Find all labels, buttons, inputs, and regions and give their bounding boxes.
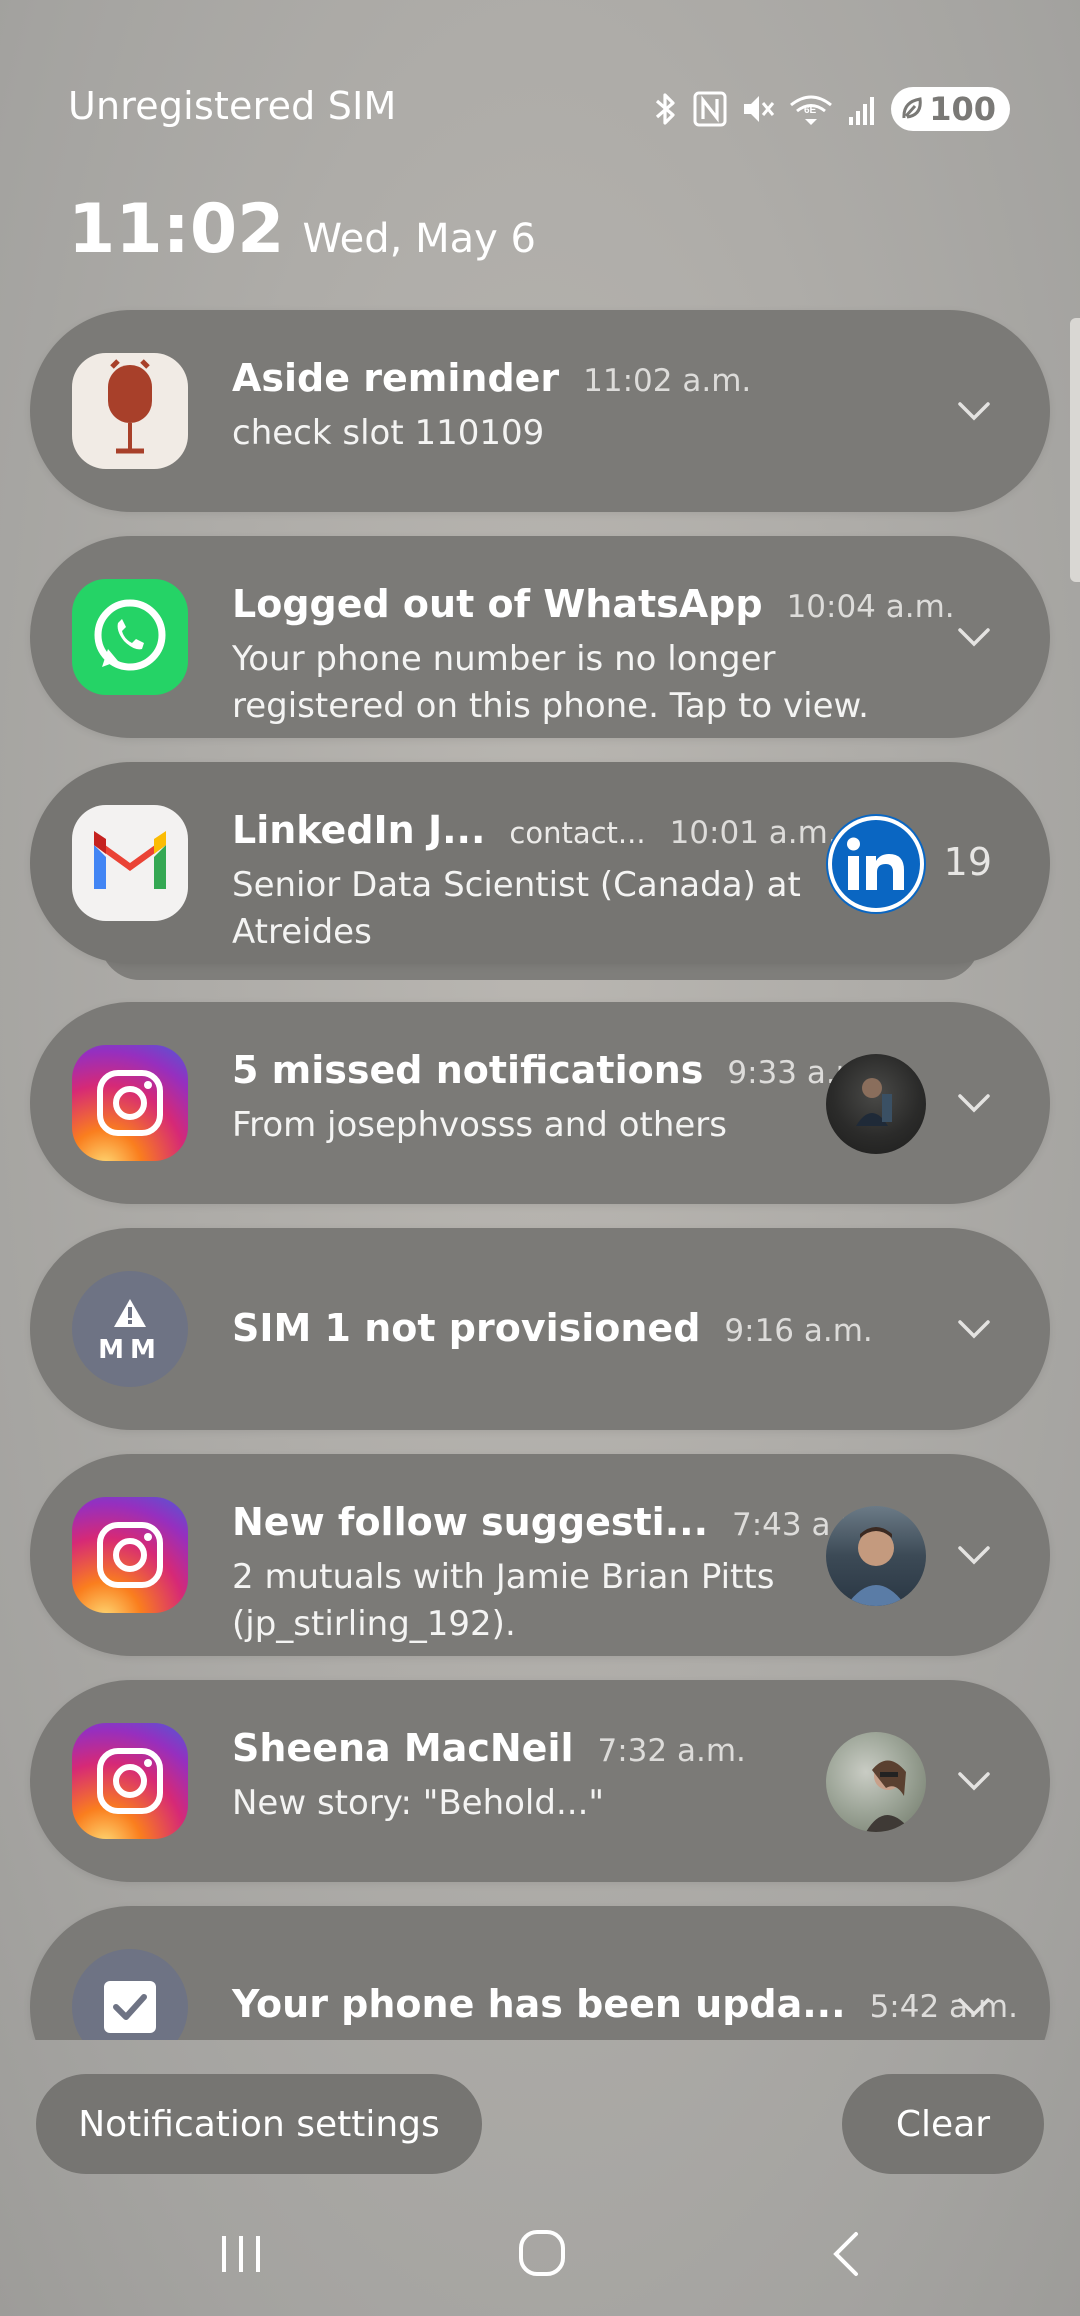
notification-instagram-story[interactable]: Sheena MacNeil 7:32 a.m. New story: "Beh… — [30, 1680, 1050, 1882]
mute-icon — [744, 96, 775, 122]
update-check-icon — [72, 1949, 188, 2040]
user-avatar — [826, 1506, 926, 1606]
sim-warning-icon: MM — [72, 1271, 188, 1387]
chevron-down-icon[interactable] — [954, 1540, 994, 1570]
carrier-label: Unregistered SIM — [68, 84, 397, 128]
chevron-down-icon[interactable] — [954, 1992, 994, 2022]
gmail-icon — [72, 805, 188, 921]
instagram-icon — [72, 1723, 188, 1839]
nfc-icon — [693, 91, 727, 127]
notification-time: 10:01 a.m. — [669, 815, 838, 851]
linkedin-avatar — [826, 814, 926, 914]
notification-title: Aside reminder — [232, 356, 560, 400]
home-icon[interactable] — [517, 2228, 567, 2278]
chevron-down-icon[interactable] — [954, 622, 994, 652]
svg-text:6E: 6E — [804, 105, 817, 116]
notification-body: New story: "Behold..." — [232, 1783, 605, 1823]
notification-title: New follow suggesti... — [232, 1500, 709, 1544]
notification-list-clip: Your phone has been upda... 5:42 a.m. — [0, 1900, 1080, 2040]
chevron-down-icon[interactable] — [954, 396, 994, 426]
notification-title: Logged out of WhatsApp — [232, 582, 763, 626]
notification-instagram-follow-suggestion[interactable]: New follow suggesti... 7:43 a.m. 2 mutua… — [30, 1454, 1050, 1656]
navigation-bar — [0, 2190, 1080, 2316]
instagram-icon — [72, 1497, 188, 1613]
notification-whatsapp[interactable]: Logged out of WhatsApp 10:04 a.m. Your p… — [30, 536, 1050, 738]
clock-time: 11:02 — [68, 190, 285, 269]
notification-body: check slot 110109 — [232, 413, 545, 453]
notification-time: 10:04 a.m. — [786, 589, 955, 625]
aside-app-icon — [72, 353, 188, 469]
recent-apps-icon[interactable] — [216, 2232, 266, 2276]
notification-time: 11:02 a.m. — [583, 363, 752, 399]
clear-button[interactable]: Clear — [842, 2074, 1044, 2174]
notification-instagram-missed[interactable]: 5 missed notifications 9:33 a.m. From jo… — [30, 1002, 1050, 1204]
scrollbar[interactable] — [1070, 318, 1080, 582]
chevron-down-icon[interactable] — [954, 1314, 994, 1344]
chevron-down-icon[interactable] — [954, 1766, 994, 1796]
notification-title: 5 missed notifications — [232, 1048, 704, 1092]
battery-level: 100 — [929, 90, 996, 128]
sim-icon-label: MM — [98, 1335, 162, 1365]
notification-title: LinkedIn J... — [232, 808, 486, 852]
notification-time: 9:16 a.m. — [724, 1313, 873, 1349]
clock-date: Wed, May 6 — [302, 216, 536, 262]
notification-aside-reminder[interactable]: Aside reminder 11:02 a.m. check slot 110… — [30, 310, 1050, 512]
status-icons: 6E 100 — [653, 84, 1010, 134]
bluetooth-icon — [656, 93, 675, 125]
notification-software-update[interactable]: Your phone has been upda... 5:42 a.m. — [30, 1906, 1050, 2040]
leaf-icon — [902, 97, 922, 119]
battery-icon: 100 — [891, 87, 1010, 131]
instagram-icon — [72, 1045, 188, 1161]
notification-time: 5:42 a.m. — [869, 1989, 1018, 2025]
notification-sim-not-provisioned[interactable]: MM SIM 1 not provisioned 9:16 a.m. — [30, 1228, 1050, 1430]
notification-body: 2 mutuals with Jamie Brian Pitts (jp_sti… — [232, 1557, 775, 1644]
notification-gmail-linkedin[interactable]: LinkedIn J... contact... 10:01 a.m. Seni… — [30, 762, 1050, 964]
user-avatar — [826, 1054, 926, 1154]
notification-body: Senior Data Scientist (Canada) at Atreid… — [232, 865, 801, 952]
notification-title: SIM 1 not provisioned — [232, 1306, 701, 1350]
notification-sender: contact... — [509, 816, 646, 850]
whatsapp-icon — [72, 579, 188, 695]
signal-icon — [849, 97, 875, 125]
notification-count: 19 — [943, 840, 992, 884]
notification-body: From josephvosss and others — [232, 1105, 727, 1145]
wifi-6e-icon: 6E — [790, 95, 833, 125]
notification-title: Your phone has been upda... — [232, 1982, 846, 2026]
notification-title: Sheena MacNeil — [232, 1726, 574, 1770]
notification-time: 7:32 a.m. — [597, 1733, 746, 1769]
back-icon[interactable] — [828, 2230, 864, 2278]
user-avatar — [826, 1732, 926, 1832]
notification-body: Your phone number is no longer registere… — [232, 639, 869, 726]
chevron-down-icon[interactable] — [954, 1088, 994, 1118]
notification-settings-button[interactable]: Notification settings — [36, 2074, 482, 2174]
clock-header: 11:02 Wed, May 6 — [68, 190, 536, 269]
